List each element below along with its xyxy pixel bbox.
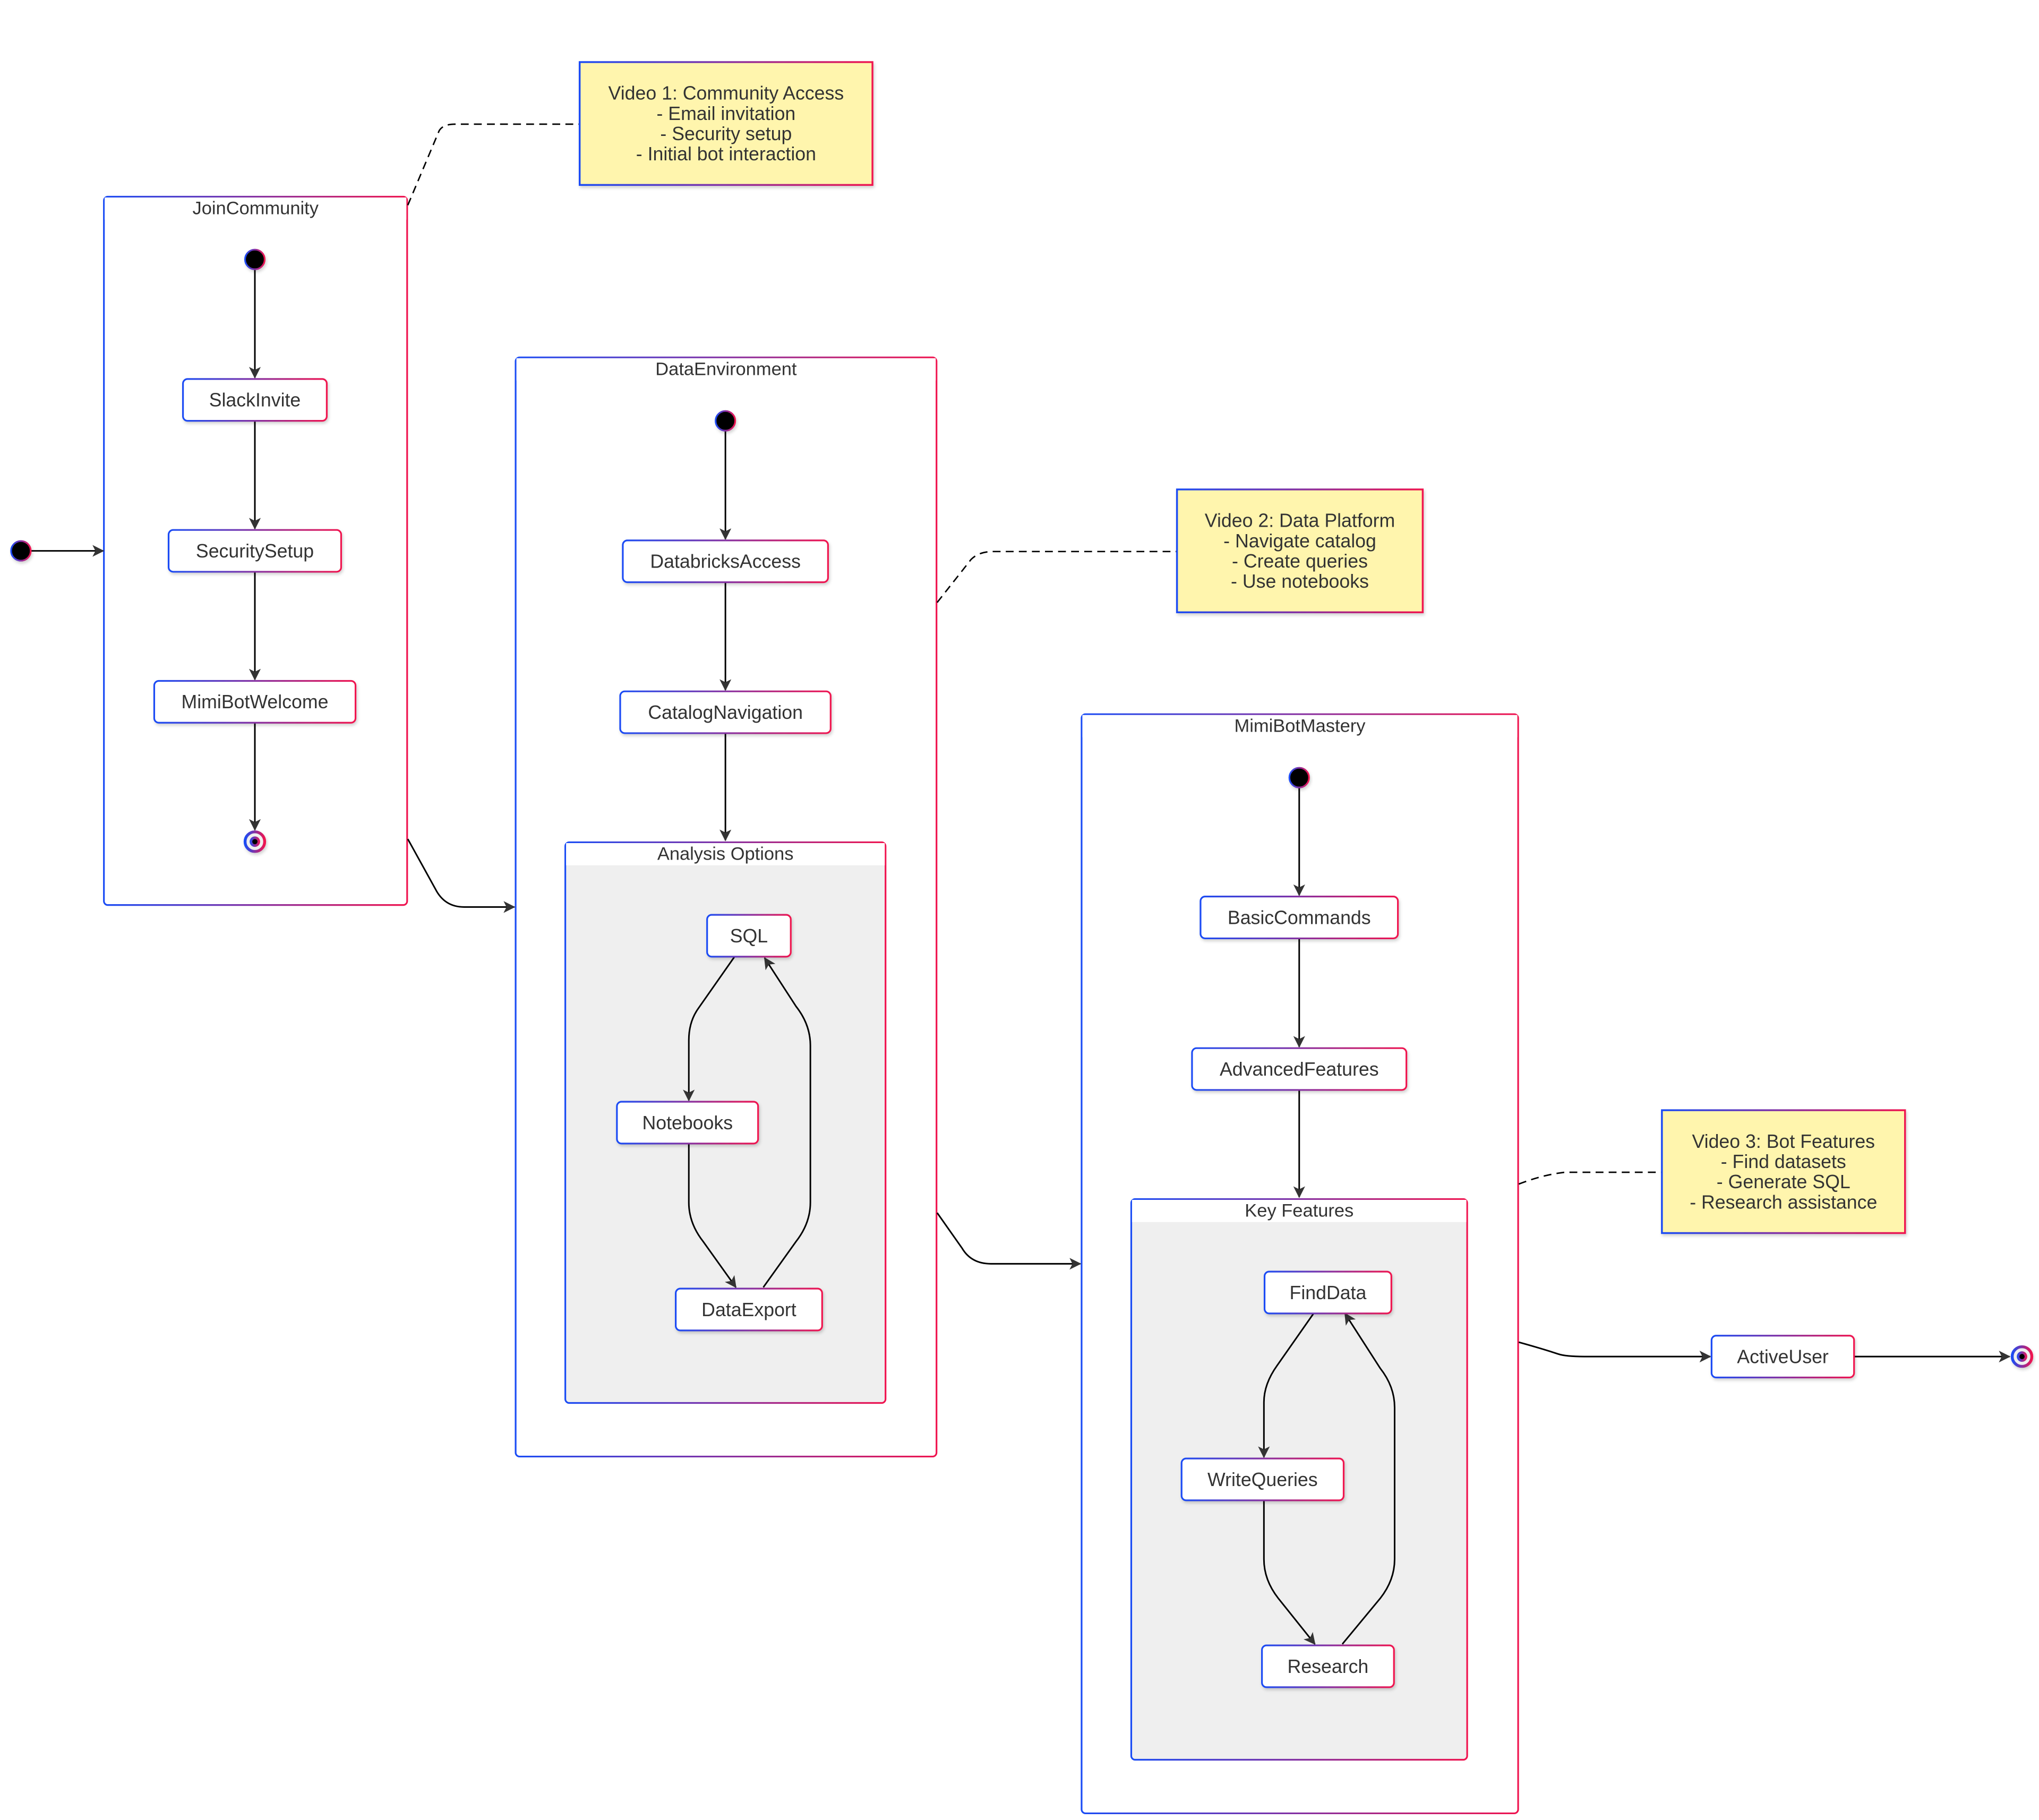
state-active-user[interactable]: ActiveUser xyxy=(1710,1335,1855,1379)
note-1[interactable]: Video 1: Community Access- Email invitat… xyxy=(407,61,873,206)
final-state-core xyxy=(252,839,258,845)
initial-state-icon xyxy=(244,248,266,270)
note-title: Video 1: Community Access xyxy=(609,83,844,104)
composite-state-label: JoinCommunity xyxy=(193,199,319,219)
state-slack-invite[interactable]: SlackInvite xyxy=(182,378,328,422)
initial-state-icon xyxy=(715,410,736,432)
note-bullet: - Use notebooks xyxy=(1231,571,1369,592)
state-label: AdvancedFeatures xyxy=(1220,1059,1379,1080)
state-data-export[interactable]: DataExport xyxy=(675,1287,823,1332)
transition-mimi-bot-mastery-to-active-user[interactable] xyxy=(1518,1341,1711,1363)
composite-states-layer: JoinCommunity DataEnvironment Analysis Opt… xyxy=(103,195,1519,1815)
state-label: Research xyxy=(1288,1656,1369,1677)
note-bullet: - Generate SQL xyxy=(1717,1171,1850,1192)
state-label: FindData xyxy=(1290,1282,1367,1303)
state-label: WriteQueries xyxy=(1207,1469,1318,1490)
note-bullet: - Email invitation xyxy=(656,103,795,124)
state-label: SlackInvite xyxy=(209,390,301,411)
final-state-icon xyxy=(2010,1345,2034,1368)
composite-state-label: Analysis Options xyxy=(657,844,794,864)
state-research[interactable]: Research xyxy=(1261,1644,1395,1688)
note-connector xyxy=(407,123,579,206)
final-state-core xyxy=(2019,1354,2025,1360)
note-connector xyxy=(936,551,1177,603)
state-label: SecuritySetup xyxy=(196,540,314,562)
note-bullet: - Research assistance xyxy=(1690,1191,1877,1213)
state-write-queries[interactable]: WriteQueries xyxy=(1180,1457,1345,1501)
state-security-setup[interactable]: SecuritySetup xyxy=(167,529,342,573)
note-3[interactable]: Video 3: Bot Features- Find datasets- Ge… xyxy=(1518,1109,1906,1234)
state-label: BasicCommands xyxy=(1228,907,1371,928)
note-connector xyxy=(1518,1171,1661,1185)
state-label: CatalogNavigation xyxy=(648,702,803,723)
state-find-data[interactable]: FindData xyxy=(1263,1270,1392,1315)
initial-state-icon xyxy=(10,540,32,562)
state-label: SQL xyxy=(730,925,768,947)
note-bullet: - Navigate catalog xyxy=(1223,530,1376,552)
note-title: Video 3: Bot Features xyxy=(1692,1131,1875,1152)
state-advanced-features[interactable]: AdvancedFeatures xyxy=(1191,1047,1408,1091)
note-2[interactable]: Video 2: Data Platform- Navigate catalog… xyxy=(936,488,1424,613)
state-diagram: JoinCommunity DataEnvironment Analysis Opt… xyxy=(10,61,2034,1815)
state-label: DataExport xyxy=(701,1299,796,1320)
note-bullet: - Security setup xyxy=(660,123,792,144)
composite-state-label: Key Features xyxy=(1245,1201,1353,1221)
composite-state-label: DataEnvironment xyxy=(655,359,797,379)
state-label: MimiBotWelcome xyxy=(182,691,329,712)
state-catalog-navigation[interactable]: CatalogNavigation xyxy=(619,690,832,734)
state-databricks-access[interactable]: DatabricksAccess xyxy=(622,539,829,583)
composite-state-label: MimiBotMastery xyxy=(1235,716,1366,736)
note-bullet: - Create queries xyxy=(1232,551,1368,572)
state-basic-commands[interactable]: BasicCommands xyxy=(1200,896,1399,940)
note-bullet: - Initial bot interaction xyxy=(636,143,816,165)
transition-join-community-to-data-environment[interactable] xyxy=(407,838,516,913)
final-state-icon xyxy=(243,830,267,853)
state-sql[interactable]: SQL xyxy=(706,914,792,958)
state-label: Notebooks xyxy=(642,1112,733,1134)
transition-data-environment-to-mimi-bot-mastery[interactable] xyxy=(936,1212,1082,1270)
state-mimi-bot-welcome[interactable]: MimiBotWelcome xyxy=(153,680,357,724)
note-bullet: - Find datasets xyxy=(1721,1151,1846,1172)
state-label: DatabricksAccess xyxy=(650,551,801,572)
note-title: Video 2: Data Platform xyxy=(1205,510,1395,531)
state-label: ActiveUser xyxy=(1737,1346,1829,1367)
state-notebooks[interactable]: Notebooks xyxy=(616,1101,759,1145)
initial-state-icon xyxy=(1288,767,1310,788)
